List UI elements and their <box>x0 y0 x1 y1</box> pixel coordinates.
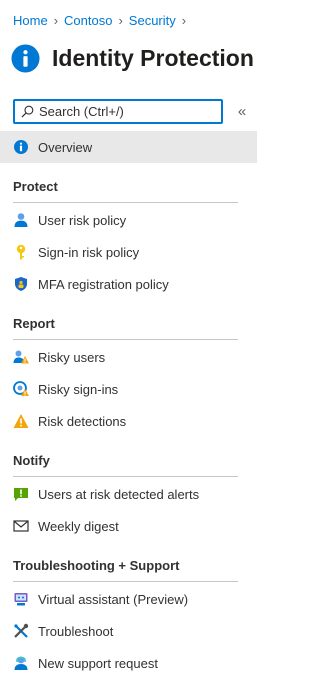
breadcrumb-home[interactable]: Home <box>13 13 48 28</box>
nav-item-overview[interactable]: Overview <box>0 131 257 163</box>
tools-icon <box>13 623 29 639</box>
divider <box>13 202 238 203</box>
search-box[interactable] <box>13 99 223 124</box>
user-icon <box>13 212 29 228</box>
section-header-troubleshooting-support: Troubleshooting + Support <box>13 558 180 573</box>
risky-users-icon <box>13 349 29 365</box>
nav-item-troubleshoot[interactable]: Troubleshoot <box>0 615 257 647</box>
breadcrumb: Home › Contoso › Security › <box>13 11 192 29</box>
nav-item-label: Virtual assistant (Preview) <box>38 591 189 607</box>
nav-item-risky-users[interactable]: Risky users <box>0 341 257 373</box>
info-icon <box>11 43 40 73</box>
nav-item-mfa-registration-policy[interactable]: MFA registration policy <box>0 268 257 300</box>
mail-icon <box>13 518 29 534</box>
chevron-right-icon: › <box>181 12 187 28</box>
support-person-icon <box>13 655 29 671</box>
risky-signins-icon <box>13 381 29 397</box>
search-input[interactable] <box>39 104 209 119</box>
collapse-menu-icon[interactable]: « <box>234 102 250 120</box>
section-header-protect: Protect <box>13 179 58 194</box>
nav-item-label: Risky sign-ins <box>38 381 119 397</box>
nav-item-risk-detections[interactable]: Risk detections <box>0 405 257 437</box>
nav-item-label: Overview <box>38 139 93 155</box>
nav-item-virtual-assistant[interactable]: Virtual assistant (Preview) <box>0 583 257 615</box>
breadcrumb-contoso[interactable]: Contoso <box>64 13 112 28</box>
chevron-right-icon: › <box>118 12 123 28</box>
alert-message-icon <box>13 486 29 502</box>
nav-item-label: User risk policy <box>38 212 127 228</box>
nav-item-label: Troubleshoot <box>38 623 114 639</box>
warning-icon <box>13 413 29 429</box>
key-icon <box>13 244 29 260</box>
info-icon <box>13 139 29 155</box>
nav-item-label: Weekly digest <box>38 518 119 534</box>
chevron-right-icon: › <box>53 12 59 28</box>
nav-item-label: MFA registration policy <box>38 276 169 292</box>
nav-item-label: Risky users <box>38 349 106 365</box>
nav-item-weekly-digest[interactable]: Weekly digest <box>0 510 257 542</box>
breadcrumb-security[interactable]: Security <box>129 13 176 28</box>
nav-item-label: Sign-in risk policy <box>38 244 140 260</box>
nav-item-risky-sign-ins[interactable]: Risky sign-ins <box>0 373 257 405</box>
virtual-assistant-icon <box>13 591 29 607</box>
nav-item-user-risk-policy[interactable]: User risk policy <box>0 204 257 236</box>
section-header-report: Report <box>13 316 55 331</box>
nav-item-users-at-risk-alerts[interactable]: Users at risk detected alerts <box>0 478 257 510</box>
divider <box>13 476 238 477</box>
shield-icon <box>13 276 29 292</box>
divider <box>13 339 238 340</box>
nav-item-label: Users at risk detected alerts <box>38 486 200 502</box>
page-title: Identity Protection <box>52 44 254 71</box>
nav-item-label: New support request <box>38 655 158 671</box>
section-header-notify: Notify <box>13 453 50 468</box>
nav-item-sign-in-risk-policy[interactable]: Sign-in risk policy <box>0 236 257 268</box>
divider <box>13 581 238 582</box>
page-header: Identity Protection <box>11 38 254 78</box>
nav-item-label: Risk detections <box>38 413 127 429</box>
nav-item-new-support-request[interactable]: New support request <box>0 647 257 679</box>
search-icon <box>21 105 34 118</box>
